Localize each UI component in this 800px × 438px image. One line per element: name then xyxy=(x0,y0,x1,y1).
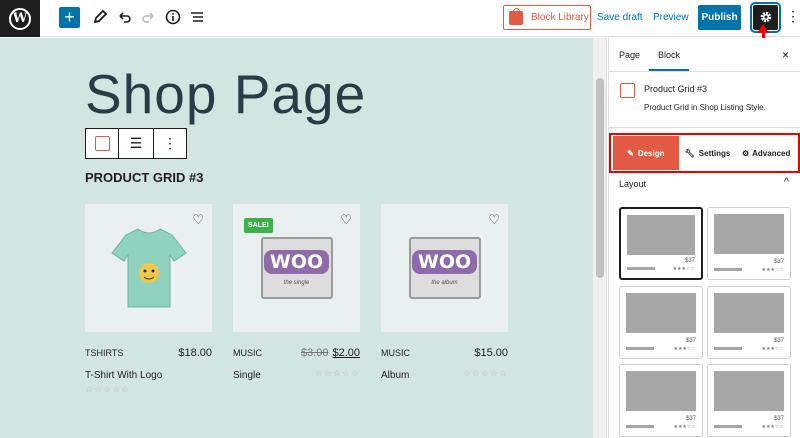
save-draft-button[interactable]: Save draft xyxy=(597,12,643,23)
align-icon[interactable]: ☰ xyxy=(119,129,154,158)
sale-price: $2.00 xyxy=(332,347,360,359)
tab-settings-label: Settings xyxy=(698,148,731,158)
woo-subtitle: the single xyxy=(283,280,310,286)
panel-tabs: ✎ Design 🔧︎ Settings ⚙ Advanced xyxy=(609,133,800,173)
layout-option-1[interactable]: $37 ★★★☆☆ xyxy=(619,207,703,280)
edit-pencil-icon[interactable] xyxy=(92,9,108,25)
product-rating: ☆☆☆☆☆ xyxy=(85,384,131,394)
product-name[interactable]: Album xyxy=(381,370,409,381)
block-toolbar: ☰ ⋮ xyxy=(85,128,187,159)
woo-product-image: WOO the single xyxy=(260,237,333,299)
brush-icon: ✎ xyxy=(627,148,634,158)
scrollbar-thumb[interactable] xyxy=(596,78,604,278)
preview-button[interactable]: Preview xyxy=(653,12,689,23)
canvas-scrollbar[interactable] xyxy=(593,38,607,438)
product-card[interactable]: WOO the album ♡ MUSIC $15.00 Album ☆☆☆☆☆ xyxy=(381,204,508,381)
wishlist-heart-icon[interactable]: ♡ xyxy=(192,212,204,228)
product-price: $3.00 $2.00 xyxy=(301,347,360,359)
list-view-icon[interactable] xyxy=(189,9,205,25)
product-card[interactable]: WOO the single SALE! ♡ MUSIC $3.00 $2.00 S… xyxy=(233,204,360,381)
tab-design[interactable]: ✎ Design xyxy=(613,136,679,170)
product-image[interactable]: ♡ xyxy=(85,204,212,332)
layout-stars: ★★★☆☆ xyxy=(761,346,784,352)
layout-section-title[interactable]: Layout xyxy=(619,179,646,189)
woo-subtitle: the album xyxy=(431,280,458,286)
product-rating: ☆☆☆☆☆ xyxy=(462,368,508,378)
product-category[interactable]: MUSIC xyxy=(233,348,262,358)
gear-icon: ⚙ xyxy=(741,148,750,158)
layout-price: $37 xyxy=(773,338,784,344)
info-icon[interactable] xyxy=(165,9,181,25)
sidebar-tabs: Page Block × xyxy=(609,38,800,72)
product-name[interactable]: T-Shirt With Logo xyxy=(85,370,162,381)
woo-logo: WOO xyxy=(411,250,478,274)
product-card[interactable]: ♡ TSHIRTS $18.00 T-Shirt With Logo ☆☆☆☆☆ xyxy=(85,204,212,394)
tab-design-label: Design xyxy=(637,148,665,158)
more-options-icon[interactable]: ⋮ xyxy=(786,8,800,25)
tab-advanced-label: Advanced xyxy=(752,148,791,158)
tshirt-icon xyxy=(110,228,187,308)
product-name[interactable]: Single xyxy=(233,370,261,381)
chevron-up-icon[interactable]: ^ xyxy=(784,176,789,188)
wrench-icon: 🔧︎ xyxy=(684,148,695,158)
shopping-bag-icon xyxy=(509,7,523,25)
product-category[interactable]: MUSIC xyxy=(381,348,410,358)
layout-stars: ★★★☆☆ xyxy=(673,346,696,352)
layout-stars: ★★★☆☆ xyxy=(761,267,784,273)
wishlist-heart-icon[interactable]: ♡ xyxy=(340,212,352,228)
layout-option-3[interactable]: $37 ★★★☆☆ xyxy=(619,286,703,359)
product-grid-icon xyxy=(620,83,635,98)
woo-product-image: WOO the album xyxy=(408,237,481,299)
layout-price: $37 xyxy=(684,258,695,264)
layout-stars: ★★★☆☆ xyxy=(761,424,784,430)
tab-settings[interactable]: 🔧︎ Settings xyxy=(679,136,737,170)
block-library-button[interactable]: Block Library xyxy=(503,5,591,30)
gear-icon xyxy=(760,11,771,23)
layout-price: $37 xyxy=(773,416,784,422)
layout-price: $37 xyxy=(773,259,784,265)
editor-canvas: Shop Page ☰ ⋮ PRODUCT GRID #3 ♡ TSHIRTS … xyxy=(0,38,593,438)
tab-block[interactable]: Block xyxy=(649,50,690,71)
product-grid-title: PRODUCT GRID #3 xyxy=(85,170,204,185)
tab-page[interactable]: Page xyxy=(619,50,640,60)
layout-option-5[interactable]: $37 ★★★☆☆ xyxy=(619,364,703,437)
tab-advanced[interactable]: ⚙ Advanced xyxy=(736,136,796,170)
wordpress-logo-icon: W xyxy=(9,7,31,30)
layout-option-2[interactable]: $37 ★★★☆☆ xyxy=(707,207,791,280)
editor-top-toolbar: W + Block Library Save draft Preview Pub… xyxy=(0,0,800,37)
sale-badge: SALE! xyxy=(244,218,273,233)
old-price: $3.00 xyxy=(300,347,329,359)
product-rating: ☆☆☆☆☆ xyxy=(314,368,360,378)
layout-option-6[interactable]: $37 ★★★☆☆ xyxy=(707,364,791,437)
block-name: Product Grid #3 xyxy=(644,84,708,94)
layout-price: $37 xyxy=(685,416,696,422)
block-description: Product Grid in Shop Listing Style. xyxy=(644,103,766,112)
product-price: $15.00 xyxy=(474,347,508,359)
add-block-button[interactable]: + xyxy=(59,7,80,28)
close-icon[interactable]: × xyxy=(782,48,789,62)
block-library-label: Block Library xyxy=(531,12,589,23)
layout-stars: ★★★☆☆ xyxy=(673,424,696,430)
product-image[interactable]: WOO the single SALE! ♡ xyxy=(233,204,360,332)
publish-button[interactable]: Publish xyxy=(698,5,741,30)
redo-icon[interactable] xyxy=(141,9,157,25)
block-options-icon[interactable]: ⋮ xyxy=(154,129,186,158)
product-image[interactable]: WOO the album ♡ xyxy=(381,204,508,332)
wordpress-logo-button[interactable]: W xyxy=(0,0,40,37)
block-card: Product Grid #3 Product Grid in Shop Lis… xyxy=(609,73,800,128)
layout-stars: ★★★☆☆ xyxy=(672,266,695,272)
wishlist-heart-icon[interactable]: ♡ xyxy=(488,212,500,228)
product-price: $18.00 xyxy=(178,347,212,359)
layout-option-4[interactable]: $37 ★★★☆☆ xyxy=(707,286,791,359)
page-title[interactable]: Shop Page xyxy=(85,62,366,126)
woo-logo: WOO xyxy=(263,250,330,274)
settings-sidebar: Page Block × Product Grid #3 Product Gri… xyxy=(608,38,800,438)
product-grid-block-icon[interactable] xyxy=(86,129,119,158)
layout-price: $37 xyxy=(685,338,696,344)
product-category[interactable]: TSHIRTS xyxy=(85,348,123,358)
undo-icon[interactable] xyxy=(116,9,132,25)
